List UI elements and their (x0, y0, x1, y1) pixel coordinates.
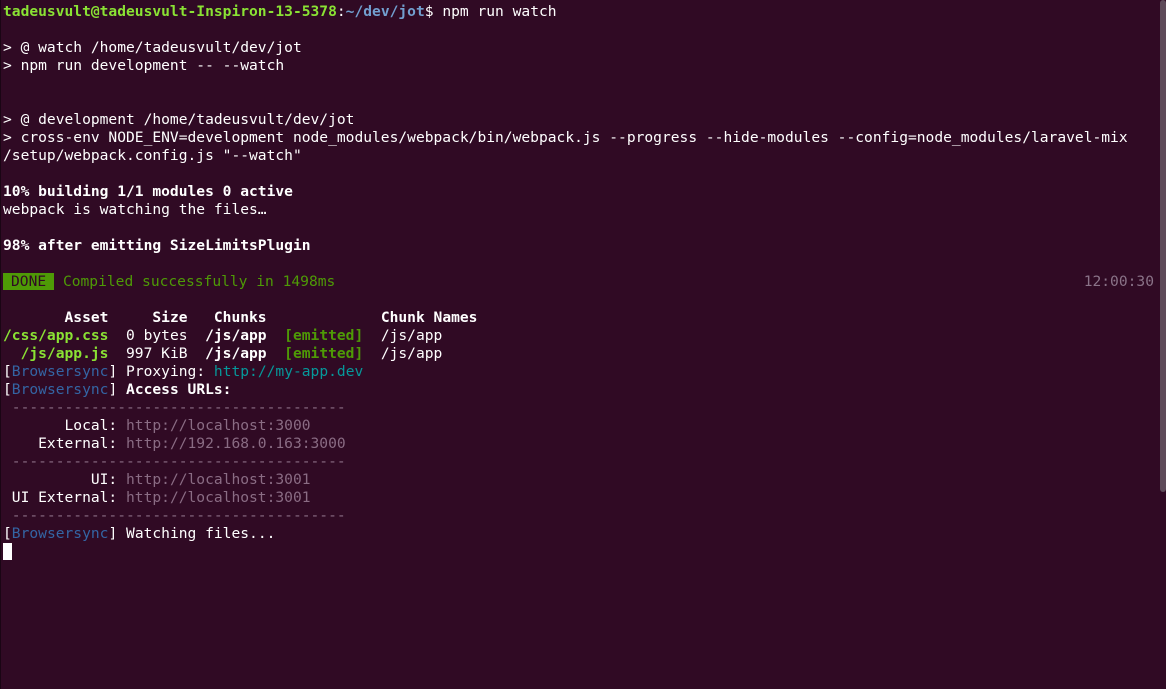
asset-name: /js/app.js (3, 345, 109, 362)
asset-name: /css/app.css (3, 327, 109, 344)
progress-line: 98% after emitting SizeLimitsPlugin (3, 237, 311, 254)
browsersync-tag: Browsersync (11, 525, 109, 542)
output-line: > npm run development -- --watch (3, 57, 285, 74)
bracket-open: [ (3, 525, 12, 542)
divider: -------------------------------------- (3, 507, 346, 524)
asset-size: 0 bytes (108, 327, 188, 344)
bracket-close: ] (108, 381, 118, 398)
bracket-open: [ (3, 381, 12, 398)
browsersync-access-line: [Browsersync] Access URLs: (3, 381, 1166, 399)
ui-url[interactable]: http://localhost:3001 (126, 471, 311, 488)
output-line: > cross-env NODE_ENV=development node_mo… (3, 129, 1128, 146)
local-url-line: Local: http://localhost:3000 (3, 417, 1166, 435)
build-status-line: DONE Compiled successfully in 1498ms 12:0… (3, 273, 1166, 291)
cursor-line[interactable] (3, 543, 1166, 561)
prompt-command: npm run watch (433, 3, 557, 20)
access-urls-label: Access URLs: (117, 381, 232, 398)
proxying-label: Proxying: (117, 363, 214, 380)
browsersync-tag: Browsersync (11, 363, 109, 380)
terminal-scrollbar[interactable] (1160, 0, 1166, 492)
asset-chunks: /js/app (187, 345, 267, 362)
asset-chunk-name: /js/app (363, 327, 443, 344)
divider: -------------------------------------- (3, 453, 346, 470)
browsersync-proxy-line: [Browsersync] Proxying: http://my-app.de… (3, 363, 1166, 381)
local-label: Local: (3, 417, 127, 434)
build-message: Compiled successfully in 1498ms (62, 273, 336, 290)
prompt-path: ~/dev/jot (345, 3, 425, 20)
output-line: webpack is watching the files… (3, 201, 267, 218)
ui-external-url[interactable]: http://localhost:3001 (126, 489, 311, 506)
external-url[interactable]: http://192.168.0.163:3000 (126, 435, 346, 452)
output-line: > @ watch /home/tadeusvult/dev/jot (3, 39, 302, 56)
header-chunk-names: Chunk Names (266, 309, 478, 326)
proxying-url[interactable]: http://my-app.dev (214, 363, 363, 380)
header-asset: Asset (3, 309, 109, 326)
done-badge: DONE (3, 273, 55, 290)
output-line: /setup/webpack.config.js "--watch" (3, 147, 302, 164)
prompt-line: tadeusvult@tadeusvult-Inspiron-13-5378:~… (3, 3, 1166, 21)
ui-label: UI: (3, 471, 127, 488)
ui-url-line: UI: http://localhost:3001 (3, 471, 1166, 489)
text-cursor (3, 543, 12, 560)
divider: -------------------------------------- (3, 399, 346, 416)
asset-chunk-name: /js/app (363, 345, 443, 362)
external-url-line: External: http://192.168.0.163:3000 (3, 435, 1166, 453)
ui-external-label: UI External: (3, 489, 127, 506)
output-line: > @ development /home/tadeusvult/dev/jot (3, 111, 355, 128)
progress-line: 10% building 1/1 modules 0 active (3, 183, 293, 200)
browsersync-tag: Browsersync (11, 381, 109, 398)
prompt-separator: : (336, 3, 346, 20)
table-row: /css/app.css 0 bytes /js/app [emitted] /… (3, 327, 1166, 345)
watching-text: Watching files... (117, 525, 276, 542)
asset-size: 997 KiB (108, 345, 188, 362)
bracket-close: ] (108, 525, 118, 542)
local-url[interactable]: http://localhost:3000 (126, 417, 311, 434)
external-label: External: (3, 435, 127, 452)
prompt-user-host: tadeusvult@tadeusvult-Inspiron-13-5378 (3, 3, 337, 20)
emitted-flag: [emitted] (284, 345, 364, 362)
table-row: /js/app.js 997 KiB /js/app [emitted] /js… (3, 345, 1166, 363)
asset-chunks: /js/app (187, 327, 267, 344)
asset-table-header: Asset Size Chunks Chunk Names (3, 309, 1166, 327)
terminal-window[interactable]: tadeusvult@tadeusvult-Inspiron-13-5378:~… (0, 0, 1166, 689)
emitted-flag: [emitted] (284, 327, 364, 344)
bracket-close: ] (108, 363, 118, 380)
prompt-dollar: $ (424, 3, 434, 20)
ui-external-url-line: UI External: http://localhost:3001 (3, 489, 1166, 507)
header-size: Size (108, 309, 188, 326)
browsersync-watching-line: [Browsersync] Watching files... (3, 525, 1166, 543)
header-chunks: Chunks (187, 309, 267, 326)
build-timestamp: 12:00:30 (1083, 273, 1154, 290)
bracket-open: [ (3, 363, 12, 380)
